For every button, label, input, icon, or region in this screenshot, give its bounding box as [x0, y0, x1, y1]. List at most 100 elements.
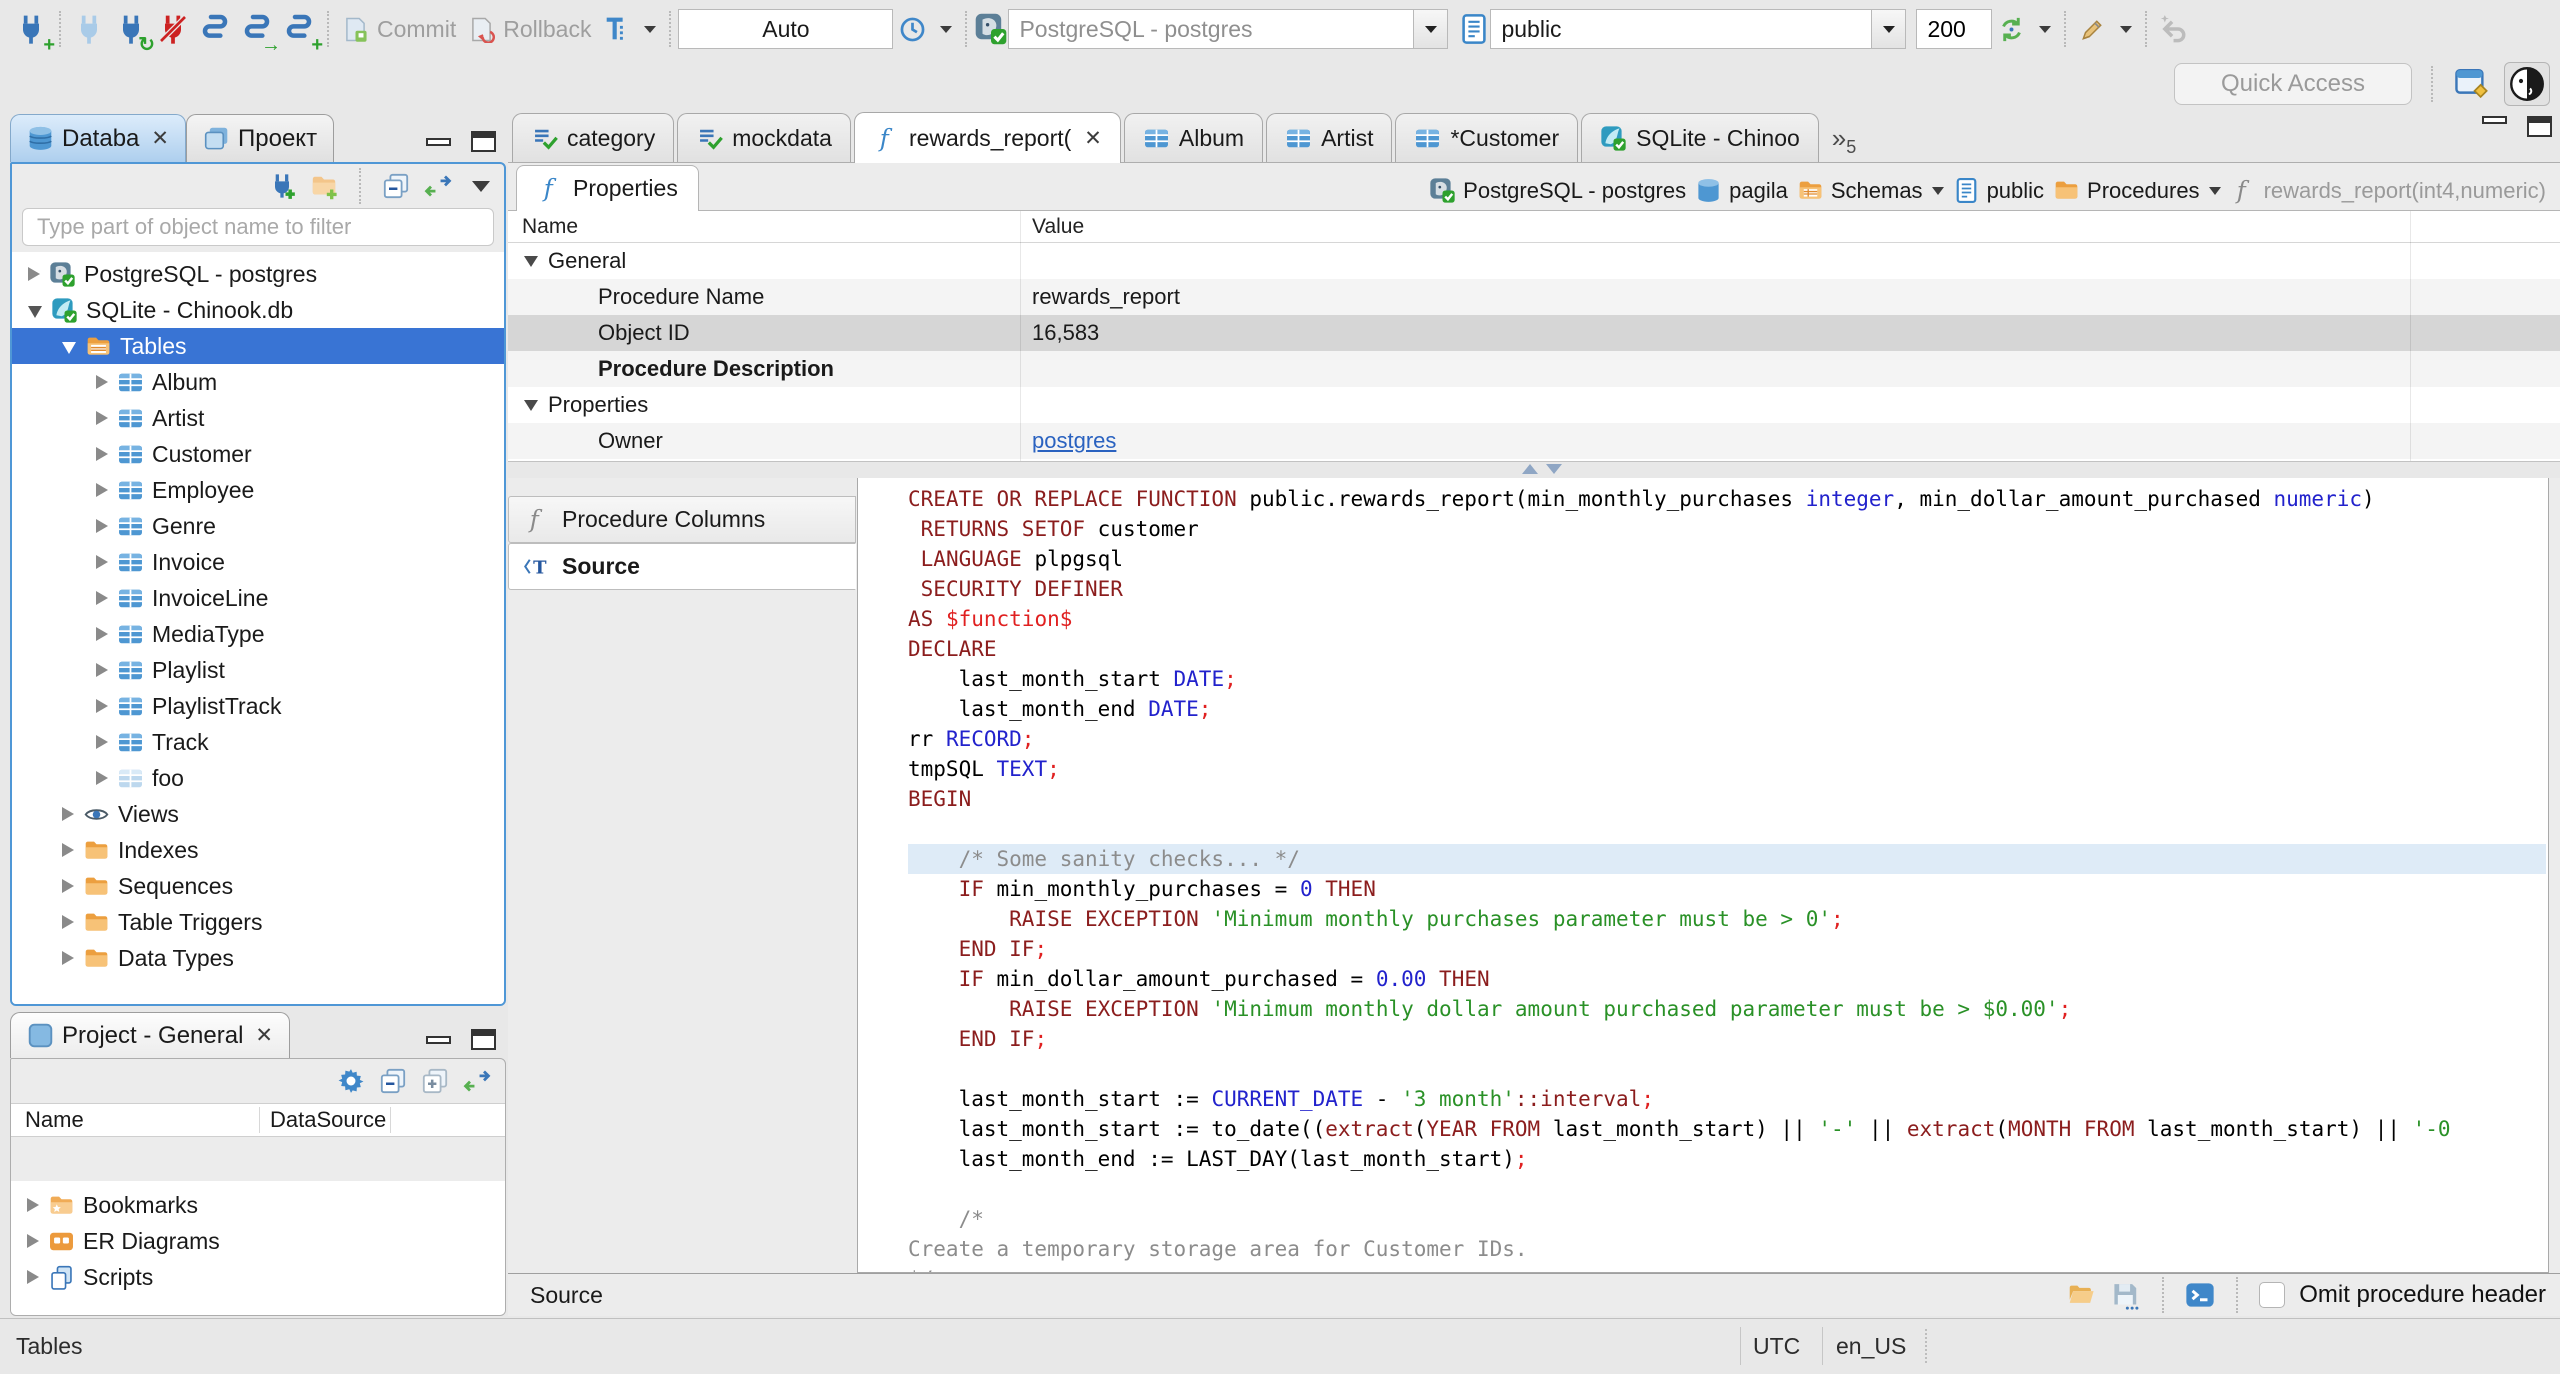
close-icon[interactable]: ✕	[1084, 126, 1102, 151]
connection-combo[interactable]: PostgreSQL - postgres	[1008, 9, 1449, 49]
breadcrumb-pagila[interactable]: pagila	[1695, 177, 1788, 204]
sql-editor-button[interactable]	[194, 8, 236, 50]
chevron-right-icon[interactable]	[96, 663, 108, 677]
schema-combo[interactable]: public	[1490, 9, 1907, 49]
quick-access-input[interactable]	[2174, 63, 2412, 105]
chevron-right-icon[interactable]	[96, 627, 108, 641]
fetch-size-input[interactable]	[1916, 9, 1993, 49]
open-file-icon[interactable]	[2067, 1280, 2097, 1310]
breadcrumb-procedures[interactable]: Procedures	[2053, 177, 2221, 204]
grid-column-name[interactable]: Name	[508, 215, 1020, 239]
minimize-icon[interactable]	[426, 1035, 451, 1044]
tree-item-playlist[interactable]: Playlist	[12, 652, 504, 688]
chevron-right-icon[interactable]	[96, 519, 108, 533]
refresh-button[interactable]	[1998, 16, 2052, 43]
breadcrumb-rewards-report-int4-numeric[interactable]: f rewards_report(int4,numeric)	[2230, 177, 2546, 204]
chevron-right-icon[interactable]	[62, 843, 74, 857]
tree-item-indexes[interactable]: Indexes	[12, 832, 504, 868]
maximize-icon[interactable]	[2527, 116, 2552, 137]
property-row-owner[interactable]: Owner postgres	[508, 423, 2560, 459]
tab-properties[interactable]: f Properties	[516, 165, 699, 211]
disconnect-button[interactable]	[152, 8, 194, 50]
project-item-bookmarks[interactable]: Bookmarks	[11, 1187, 505, 1223]
breadcrumb-public[interactable]: public	[1953, 177, 2044, 204]
property-row-procedure-description[interactable]: Procedure Description	[508, 351, 2560, 387]
chevron-right-icon[interactable]	[62, 915, 74, 929]
omit-procedure-header-checkbox[interactable]	[2259, 1282, 2286, 1308]
transaction-log-button[interactable]	[899, 16, 953, 43]
commit-mode-combo[interactable]: Auto	[678, 9, 894, 49]
link-with-editor-icon[interactable]	[424, 172, 452, 200]
open-perspective-icon[interactable]	[2452, 65, 2492, 103]
editor-tab-customer[interactable]: *Customer	[1395, 113, 1579, 162]
project-item-er-diagrams[interactable]: ER Diagrams	[11, 1223, 505, 1259]
reconnect-button[interactable]: ↻	[110, 8, 155, 55]
back-button[interactable]	[2154, 8, 2196, 50]
connect-button[interactable]	[68, 8, 110, 50]
maximize-icon[interactable]	[471, 1029, 496, 1050]
commit-button[interactable]: Commit	[342, 16, 456, 43]
minimize-icon[interactable]	[2482, 116, 2507, 124]
tree-item-artist[interactable]: Artist	[12, 400, 504, 436]
recent-sql-editor-button[interactable]: →	[236, 8, 281, 55]
editor-tab-sqlite-chinoo[interactable]: SQLite - Chinoo	[1581, 113, 1819, 162]
grid-column-value[interactable]: Value	[1020, 215, 1084, 239]
editor-tab-artist[interactable]: Artist	[1266, 113, 1393, 162]
chevron-down-icon[interactable]	[524, 255, 538, 267]
chevron-down-icon[interactable]	[524, 399, 538, 411]
chevron-right-icon[interactable]	[27, 1198, 39, 1212]
chevron-right-icon[interactable]	[62, 807, 74, 821]
collapse-all-icon[interactable]	[382, 172, 410, 200]
chevron-right-icon[interactable]	[96, 411, 108, 425]
editor-tab-mockdata[interactable]: mockdata	[677, 113, 851, 162]
new-sql-editor-button[interactable]: +	[278, 8, 323, 55]
link-with-editor-icon[interactable]	[463, 1067, 491, 1095]
tree-item-sequences[interactable]: Sequences	[12, 868, 504, 904]
tab-database-navigator[interactable]: Databa ✕	[10, 114, 186, 162]
schema-combo-dropdown[interactable]	[1871, 10, 1906, 48]
save-icon[interactable]	[2111, 1280, 2141, 1310]
editor-tab-rewards-report[interactable]: f rewards_report(✕	[853, 112, 1121, 163]
dbeaver-perspective-button[interactable]	[2504, 62, 2550, 106]
tree-item-sqlite-chinook-db[interactable]: SQLite - Chinook.db	[12, 292, 504, 328]
tree-item-postgresql-postgres[interactable]: PostgreSQL - postgres	[12, 256, 504, 292]
subtab-procedure-columns[interactable]: f Procedure Columns	[508, 496, 856, 543]
chevron-right-icon[interactable]	[62, 879, 74, 893]
tree-item-album[interactable]: Album	[12, 364, 504, 400]
tree-item-invoice[interactable]: Invoice	[12, 544, 504, 580]
tree-item-mediatype[interactable]: MediaType	[12, 616, 504, 652]
sql-console-icon[interactable]	[2185, 1280, 2215, 1310]
tree-item-track[interactable]: Track	[12, 724, 504, 760]
splitter-sash[interactable]	[508, 461, 2560, 477]
tree-item-employee[interactable]: Employee	[12, 472, 504, 508]
column-name[interactable]: Name	[11, 1107, 259, 1133]
tab-project-general[interactable]: Project - General ✕	[10, 1012, 291, 1058]
chevron-right-icon[interactable]	[27, 1270, 39, 1284]
hidden-tabs-indicator[interactable]: »5	[1832, 123, 1856, 162]
edit-button[interactable]	[2079, 16, 2133, 43]
sash-up-icon[interactable]	[1522, 464, 1538, 474]
close-icon[interactable]: ✕	[151, 126, 169, 151]
chevron-right-icon[interactable]	[28, 267, 40, 281]
tree-item-genre[interactable]: Genre	[12, 508, 504, 544]
chevron-right-icon[interactable]	[96, 699, 108, 713]
rollback-button[interactable]: Rollback	[468, 16, 591, 43]
close-icon[interactable]: ✕	[255, 1023, 273, 1048]
breadcrumb-postgresql-postgres[interactable]: PostgreSQL - postgres	[1429, 177, 1686, 204]
maximize-icon[interactable]	[471, 131, 496, 152]
property-row-general[interactable]: General	[508, 243, 2560, 279]
chevron-right-icon[interactable]	[96, 771, 108, 785]
sash-down-icon[interactable]	[1546, 464, 1562, 474]
tree-item-customer[interactable]: Customer	[12, 436, 504, 472]
chevron-down-icon[interactable]	[28, 305, 42, 318]
connection-combo-dropdown[interactable]	[1413, 10, 1448, 48]
chevron-down-icon[interactable]	[62, 341, 76, 354]
owner-link[interactable]: postgres	[1032, 428, 1116, 453]
tree-item-invoiceline[interactable]: InvoiceLine	[12, 580, 504, 616]
expand-all-icon[interactable]	[421, 1067, 449, 1095]
chevron-right-icon[interactable]	[96, 447, 108, 461]
chevron-right-icon[interactable]	[96, 375, 108, 389]
editor-tab-album[interactable]: Album	[1123, 113, 1264, 162]
subtab-source[interactable]: T Source	[508, 543, 856, 590]
chevron-right-icon[interactable]	[96, 735, 108, 749]
